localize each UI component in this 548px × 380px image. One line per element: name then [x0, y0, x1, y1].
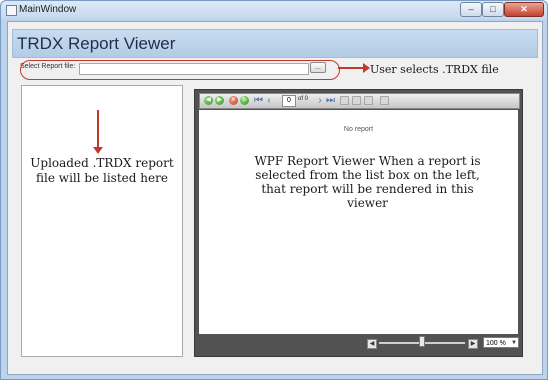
print-preview-icon[interactable] — [340, 96, 349, 105]
header-bar: TRDX Report Viewer — [12, 29, 538, 58]
first-page-icon[interactable]: ⏮ — [254, 96, 263, 106]
viewer-toolbar: ◀ ▶ ✕ ↻ ⏮ ‹ 0 of 0 › ⏭ — [199, 93, 520, 109]
print-icon[interactable] — [352, 96, 361, 105]
annotation-file-select: User selects .TRDX file — [370, 63, 499, 76]
title-bar[interactable]: MainWindow – □ ✕ — [1, 1, 547, 19]
back-icon[interactable]: ◀ — [204, 96, 213, 105]
zoom-out-icon[interactable]: ◀ — [367, 339, 377, 349]
file-select-row: Select Report file: ... — [14, 62, 332, 76]
annotation-viewer: WPF Report Viewer When a report is selec… — [254, 154, 481, 210]
annotation-arrow-right — [338, 63, 370, 73]
page-count-label: of 0 — [298, 96, 309, 102]
client-area: TRDX Report Viewer Select Report file: .… — [7, 21, 543, 375]
annotation-list: Uploaded .TRDX report file will be liste… — [30, 156, 174, 185]
no-report-label: No report — [343, 126, 374, 133]
app-icon — [6, 5, 17, 16]
zoom-slider[interactable]: ◀ ▶ — [367, 336, 478, 349]
close-button[interactable]: ✕ — [504, 2, 544, 17]
select-file-label: Select Report file: — [20, 63, 76, 70]
zoom-level-select[interactable]: 100 % ▼ — [483, 337, 519, 348]
export-icon[interactable] — [364, 96, 373, 105]
forward-icon[interactable]: ▶ — [215, 96, 224, 105]
main-window: MainWindow – □ ✕ TRDX Report Viewer Sele… — [0, 0, 548, 380]
chevron-down-icon: ▼ — [511, 340, 517, 346]
report-file-input[interactable] — [79, 63, 309, 75]
page-number-input[interactable]: 0 — [282, 95, 296, 107]
report-page-area: No report WPF Report Viewer When a repor… — [199, 110, 518, 334]
zoom-thumb[interactable] — [419, 336, 425, 347]
report-viewer: ◀ ▶ ✕ ↻ ⏮ ‹ 0 of 0 › ⏭ No report WPF Rep… — [194, 89, 523, 357]
document-map-icon[interactable] — [380, 96, 389, 105]
zoom-in-icon[interactable]: ▶ — [468, 339, 478, 349]
previous-page-icon[interactable]: ‹ — [265, 96, 273, 106]
next-page-icon[interactable]: › — [316, 96, 324, 106]
zoom-level-value: 100 % — [486, 340, 506, 347]
page-title: TRDX Report Viewer — [17, 34, 176, 53]
minimize-button[interactable]: – — [460, 2, 482, 17]
window-title: MainWindow — [19, 4, 77, 15]
last-page-icon[interactable]: ⏭ — [326, 96, 335, 106]
report-list-box[interactable]: Uploaded .TRDX report file will be liste… — [21, 85, 183, 357]
browse-button[interactable]: ... — [310, 62, 326, 73]
refresh-icon[interactable]: ↻ — [240, 96, 249, 105]
stop-icon[interactable]: ✕ — [229, 96, 238, 105]
annotation-arrow-down — [93, 110, 103, 154]
maximize-button[interactable]: □ — [482, 2, 504, 17]
